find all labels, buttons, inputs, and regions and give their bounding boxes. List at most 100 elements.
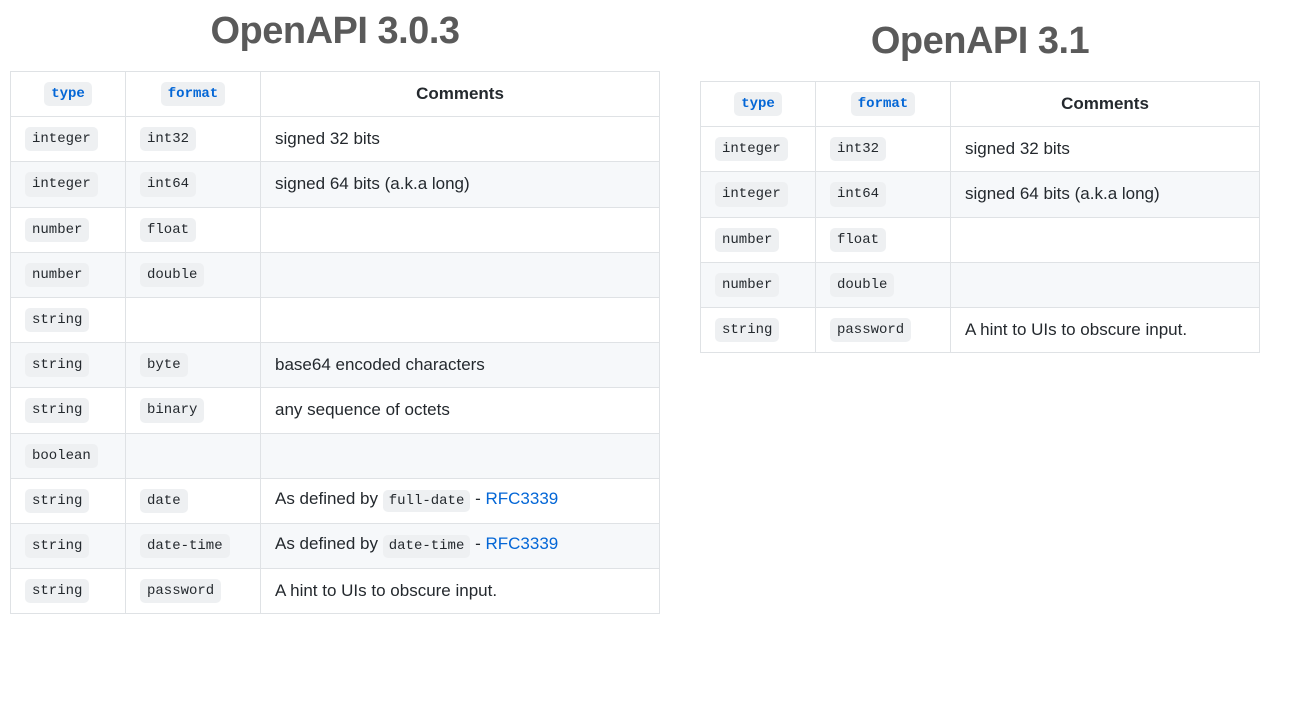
cell-comment: As defined by full-date - RFC3339 [261, 478, 660, 523]
comment-prefix: As defined by [275, 489, 383, 508]
table-row: string byte base64 encoded characters [11, 343, 660, 388]
header-comments: Comments [951, 82, 1260, 127]
panel-left: OpenAPI 3.0.3 type format Comments integ… [10, 10, 660, 614]
table-row: number double [701, 262, 1260, 307]
rfc-link[interactable]: RFC3339 [485, 534, 558, 553]
cell-format: date [126, 478, 261, 523]
cell-format: byte [126, 343, 261, 388]
type-value: string [25, 353, 89, 377]
cell-comment [261, 297, 660, 342]
format-value: binary [140, 398, 204, 422]
cell-comment: A hint to UIs to obscure input. [951, 307, 1260, 352]
cell-format: int64 [816, 172, 951, 217]
title-left: OpenAPI 3.0.3 [10, 10, 660, 53]
comment-prefix: As defined by [275, 534, 383, 553]
cell-format: int32 [126, 117, 261, 162]
cell-type: number [701, 217, 816, 262]
cell-format: float [126, 207, 261, 252]
type-value: string [25, 534, 89, 558]
format-value: int32 [830, 137, 886, 161]
type-value: number [715, 228, 779, 252]
table-left: type format Comments integer int32 signed … [10, 71, 660, 614]
type-value: integer [25, 172, 98, 196]
header-format: format [126, 72, 261, 117]
cell-comment [951, 262, 1260, 307]
cell-type: string [11, 297, 126, 342]
table-row: string [11, 297, 660, 342]
cell-type: number [11, 252, 126, 297]
cell-format: binary [126, 388, 261, 433]
comparison-container: OpenAPI 3.0.3 type format Comments integ… [10, 10, 1294, 614]
type-value: integer [715, 182, 788, 206]
comment-code: full-date [383, 490, 471, 512]
cell-format: float [816, 217, 951, 262]
table-row: integer int32 signed 32 bits [11, 117, 660, 162]
type-value: string [25, 308, 89, 332]
cell-comment: signed 32 bits [951, 127, 1260, 172]
table-row: number float [11, 207, 660, 252]
format-value: double [830, 273, 894, 297]
comment-code: date-time [383, 535, 471, 557]
type-value: string [25, 398, 89, 422]
cell-type: integer [701, 127, 816, 172]
comment-text: base64 encoded characters [275, 355, 485, 374]
cell-comment: signed 64 bits (a.k.a long) [951, 172, 1260, 217]
comment-text: signed 32 bits [275, 129, 380, 148]
cell-type: string [11, 569, 126, 614]
type-value: string [25, 489, 89, 513]
rfc-link[interactable]: RFC3339 [485, 489, 558, 508]
type-value: integer [715, 137, 788, 161]
type-value: string [25, 579, 89, 603]
cell-comment [261, 252, 660, 297]
cell-format: date-time [126, 523, 261, 568]
cell-format: double [816, 262, 951, 307]
type-value: number [715, 273, 779, 297]
cell-format: int32 [816, 127, 951, 172]
type-value: integer [25, 127, 98, 151]
cell-comment: signed 64 bits (a.k.a long) [261, 162, 660, 207]
format-value: int64 [140, 172, 196, 196]
cell-type: number [11, 207, 126, 252]
comment-text: signed 64 bits (a.k.a long) [965, 184, 1160, 203]
table-row: boolean [11, 433, 660, 478]
format-value: password [140, 579, 221, 603]
cell-format: double [126, 252, 261, 297]
cell-type: number [701, 262, 816, 307]
cell-comment [951, 217, 1260, 262]
cell-type: integer [11, 117, 126, 162]
cell-format: password [816, 307, 951, 352]
cell-type: string [11, 388, 126, 433]
cell-comment: A hint to UIs to obscure input. [261, 569, 660, 614]
cell-type: string [11, 523, 126, 568]
cell-type: integer [11, 162, 126, 207]
format-value: date-time [140, 534, 230, 558]
cell-type: integer [701, 172, 816, 217]
cell-comment: As defined by date-time - RFC3339 [261, 523, 660, 568]
table-row: stringdate-timeAs defined by date-time -… [11, 523, 660, 568]
comment-sep: - [470, 489, 485, 508]
type-value: number [25, 218, 89, 242]
table-row: number double [11, 252, 660, 297]
comment-text: any sequence of octets [275, 400, 450, 419]
cell-comment: base64 encoded characters [261, 343, 660, 388]
type-value: number [25, 263, 89, 287]
table-row: number float [701, 217, 1260, 262]
panel-right: OpenAPI 3.1 type format Comments integer… [700, 10, 1260, 353]
cell-format [126, 297, 261, 342]
comment-text: A hint to UIs to obscure input. [965, 320, 1187, 339]
header-type: type [11, 72, 126, 117]
header-comments: Comments [261, 72, 660, 117]
header-type: type [701, 82, 816, 127]
table-row: string password A hint to UIs to obscure i… [701, 307, 1260, 352]
title-right: OpenAPI 3.1 [700, 20, 1260, 63]
cell-format [126, 433, 261, 478]
cell-format: password [126, 569, 261, 614]
type-value: string [715, 318, 779, 342]
comment-text: A hint to UIs to obscure input. [275, 581, 497, 600]
comment-text: signed 32 bits [965, 139, 1070, 158]
comment-text: signed 64 bits (a.k.a long) [275, 174, 470, 193]
cell-comment [261, 433, 660, 478]
format-value: double [140, 263, 204, 287]
format-value: password [830, 318, 911, 342]
cell-type: string [701, 307, 816, 352]
